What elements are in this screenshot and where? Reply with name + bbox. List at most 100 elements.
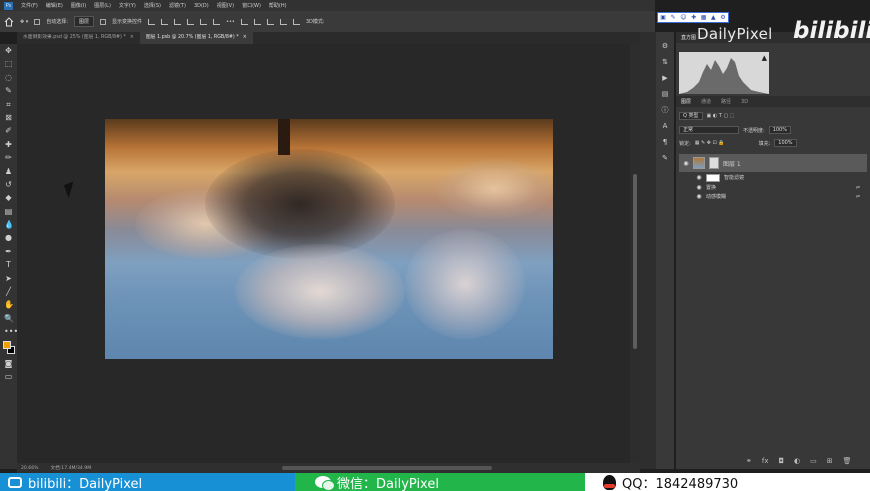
delete-layer-icon[interactable]: 🗑: [843, 457, 852, 465]
play-actions-icon[interactable]: ▶: [661, 74, 669, 82]
distribute-left-icon[interactable]: [279, 18, 287, 25]
layer-row[interactable]: ◉ 图层 1: [679, 154, 867, 172]
menu-view[interactable]: 视图(V): [217, 2, 234, 9]
opacity-input[interactable]: 100%: [768, 126, 791, 134]
eye-icon[interactable]: ◉: [696, 193, 702, 200]
auto-select-dropdown[interactable]: 图层: [73, 16, 94, 27]
3d-mode-icon[interactable]: 3D模式:: [306, 18, 325, 25]
distribute-vcenter-icon[interactable]: [253, 18, 261, 25]
distribute-bottom-icon[interactable]: [266, 18, 274, 25]
menu-edit[interactable]: 编辑(E): [46, 2, 63, 9]
filter-mask-thumbnail[interactable]: [706, 173, 720, 182]
layer-filter-dropdown[interactable]: Q 类型: [679, 112, 703, 120]
filter-name[interactable]: 置换: [706, 184, 716, 191]
eraser-tool-icon[interactable]: ◆: [4, 193, 13, 202]
scrollbar-thumb[interactable]: [633, 174, 637, 349]
lock-icons[interactable]: ▦ ✎ ✥ ⊡ 🔒: [695, 140, 725, 146]
tab-layers[interactable]: 图层: [681, 98, 691, 105]
filter-options-icon[interactable]: ⇌: [856, 194, 860, 200]
home-icon[interactable]: [4, 16, 14, 27]
history-brush-tool-icon[interactable]: ↺: [4, 180, 13, 189]
hand-tool-icon[interactable]: ✋: [4, 300, 14, 309]
link-layers-icon[interactable]: ⚭: [746, 457, 752, 465]
menu-filter[interactable]: 滤镜(T): [169, 2, 186, 9]
character-panel-icon[interactable]: A: [661, 122, 669, 130]
dodge-tool-icon[interactable]: ●: [4, 233, 13, 242]
eye-icon[interactable]: ◉: [696, 184, 702, 191]
eyedropper-tool-icon[interactable]: ✐: [4, 126, 13, 135]
tab-layer1-psb[interactable]: 图层 1.psb @ 20.7% (图层 1, RGB/8#) * ×: [139, 32, 253, 44]
align-top-icon[interactable]: [148, 18, 156, 25]
adjustments-panel-icon[interactable]: ⇅: [661, 58, 669, 66]
horizontal-scrollbar[interactable]: [282, 466, 492, 470]
warning-icon[interactable]: ▲: [762, 54, 767, 62]
move-tool-icon[interactable]: ✥: [4, 46, 13, 55]
menu-help[interactable]: 帮助(H): [269, 2, 287, 9]
quick-mask-icon[interactable]: ◙: [4, 359, 13, 368]
fx-icon[interactable]: fx: [762, 457, 769, 465]
zoom-level[interactable]: 20.66%: [21, 466, 39, 471]
paragraph-panel-icon[interactable]: ¶: [661, 138, 669, 146]
quick-select-tool-icon[interactable]: ✎: [4, 86, 13, 95]
tab-channels[interactable]: 通道: [701, 98, 711, 105]
distribute-top-icon[interactable]: [240, 18, 248, 25]
filter-options-icon[interactable]: ⇌: [856, 185, 860, 191]
blur-tool-icon[interactable]: 💧: [4, 220, 14, 229]
brush-tool-icon[interactable]: ✏: [4, 153, 13, 162]
layer-name[interactable]: 图层 1: [723, 159, 741, 168]
align-bottom-icon[interactable]: [174, 18, 182, 25]
distribute-hcenter-icon[interactable]: [292, 18, 300, 25]
align-left-icon[interactable]: [187, 18, 195, 25]
properties-panel-icon[interactable]: ⚙: [661, 42, 669, 50]
path-select-tool-icon[interactable]: ➤: [4, 274, 13, 283]
smart-filters-label[interactable]: 智能滤镜: [724, 174, 744, 181]
close-icon[interactable]: ×: [243, 35, 247, 40]
foreground-color-swatch[interactable]: [2, 340, 11, 349]
align-vcenter-icon[interactable]: [161, 18, 169, 25]
eye-icon[interactable]: ◉: [683, 160, 689, 167]
marquee-tool-icon[interactable]: ⬚: [4, 59, 13, 68]
menu-file[interactable]: 文件(F): [21, 2, 38, 9]
tab-histogram[interactable]: 直方图: [681, 34, 696, 41]
photoshop-logo-icon[interactable]: Ps: [4, 1, 13, 10]
move-tool-icon[interactable]: ✥ ▾: [20, 19, 28, 25]
lasso-tool-icon[interactable]: ◌: [4, 73, 13, 82]
filter-displace-row[interactable]: ◉ 置换 ⇌: [696, 183, 866, 192]
document-canvas-image[interactable]: [105, 119, 553, 359]
history-panel-icon[interactable]: ▤: [661, 90, 669, 98]
menu-window[interactable]: 窗口(W): [242, 2, 261, 9]
align-hcenter-icon[interactable]: [200, 18, 208, 25]
auto-select-checkbox[interactable]: [34, 18, 41, 25]
tab-water-reflection[interactable]: 水面倒影效果.psd @ 25% (图层 1, RGB/8#) * ×: [17, 32, 140, 44]
new-layer-icon[interactable]: ⊞: [827, 457, 833, 465]
line-tool-icon[interactable]: ╱: [4, 287, 13, 296]
zoom-tool-icon[interactable]: 🔍: [4, 314, 14, 323]
pen-tool-icon[interactable]: ✒: [4, 247, 13, 256]
more-options-icon[interactable]: •••: [226, 19, 235, 25]
color-swatches[interactable]: [2, 340, 15, 355]
smart-filters-row[interactable]: ◉ 智能滤镜: [696, 173, 866, 182]
align-right-icon[interactable]: [213, 18, 221, 25]
blend-mode-dropdown[interactable]: 正常: [679, 126, 739, 134]
gradient-tool-icon[interactable]: ▤: [4, 207, 13, 216]
vertical-scrollbar[interactable]: [630, 44, 640, 463]
edit-toolbar-icon[interactable]: •••: [4, 327, 18, 336]
filter-motion-blur-row[interactable]: ◉ 动感模糊 ⇌: [696, 192, 866, 201]
type-tool-icon[interactable]: T: [4, 260, 13, 269]
show-transform-checkbox[interactable]: [100, 18, 106, 25]
info-panel-icon[interactable]: ⓘ: [661, 106, 669, 114]
crop-tool-icon[interactable]: ⌗: [4, 100, 13, 109]
healing-brush-tool-icon[interactable]: ✚: [4, 140, 13, 149]
adjustment-layer-icon[interactable]: ◐: [794, 457, 800, 465]
add-mask-icon[interactable]: ◘: [778, 457, 784, 465]
new-group-icon[interactable]: ▭: [810, 457, 817, 465]
menu-layer[interactable]: 图层(L): [94, 2, 111, 9]
menu-type[interactable]: 文字(Y): [119, 2, 136, 9]
screen-mode-icon[interactable]: ▭: [4, 372, 13, 381]
filter-icons[interactable]: ▣ ◐ T ▢ ⬚: [707, 113, 735, 119]
layer-smart-thumbnail[interactable]: [709, 157, 719, 169]
brush-panel-icon[interactable]: ✎: [661, 154, 669, 162]
clone-stamp-tool-icon[interactable]: ♟: [4, 167, 13, 176]
eye-icon[interactable]: ◉: [696, 174, 702, 181]
menu-select[interactable]: 选择(S): [144, 2, 161, 9]
